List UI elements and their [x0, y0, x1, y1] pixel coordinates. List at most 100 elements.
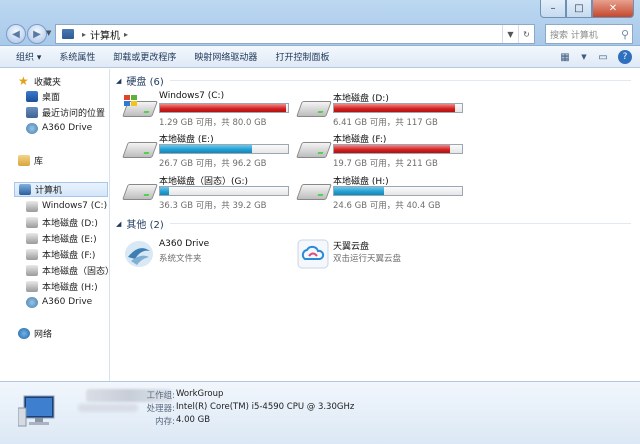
sidebar-item-desktop[interactable]: 桌面 [26, 89, 60, 103]
hard-drive-icon [26, 248, 38, 260]
open-control-panel-button[interactable]: 打开控制面板 [266, 46, 338, 67]
desktop-icon [26, 90, 38, 102]
drive-usage-fill [334, 145, 451, 153]
drive-usage-fill [334, 104, 455, 112]
breadcrumb-chevron-icon[interactable]: ▸ [124, 30, 128, 39]
drive-usage-fill [160, 104, 286, 112]
workgroup-row: 工作组: WorkGroup [146, 389, 224, 401]
recent-places-icon [26, 106, 38, 118]
drive-usage-fill [334, 187, 385, 195]
network-icon [18, 327, 30, 339]
close-button[interactable]: ✕ [592, 0, 634, 18]
recent-pages-dropdown[interactable]: ▼ [46, 29, 51, 37]
drive-usage-bar [159, 186, 289, 196]
drive-usage-fill [160, 187, 170, 195]
a360-drive-icon [125, 241, 153, 267]
map-network-drive-button[interactable]: 映射网络驱动器 [185, 46, 266, 67]
navigation-pane: ★ 收藏夹 桌面 最近访问的位置 A360 Drive 库 计算机 Window… [0, 69, 114, 381]
collapse-arrow-icon[interactable]: ◢ [116, 220, 121, 228]
drive-tile-f[interactable]: 本地磁盘 (F:) 19.7 GB 可用，共 211 GB [296, 132, 467, 169]
device-tile-a360[interactable]: A360 Drive 系统文件夹 [123, 239, 293, 273]
memory-row: 内存: 4.00 GB [155, 415, 211, 427]
search-input[interactable]: 搜索 计算机 [550, 28, 618, 41]
system-drive-icon [26, 200, 38, 212]
computer-icon [62, 29, 74, 39]
window-controls: – □ ✕ [540, 0, 634, 18]
sidebar-item-drive-g[interactable]: 本地磁盘（固态） [26, 263, 114, 277]
system-properties-button[interactable]: 系统属性 [50, 46, 104, 67]
group-header-hard-disks[interactable]: ◢ 硬盘 (6) [116, 73, 631, 88]
help-icon[interactable]: ? [618, 50, 632, 64]
device-name: A360 Drive [159, 239, 210, 249]
group-header-other[interactable]: ◢ 其他 (2) [116, 216, 631, 231]
device-tile-tianyi-cloud[interactable]: 天翼云盘 双击运行天翼云盘 [297, 239, 467, 273]
drive-tile-c[interactable]: Windows7 (C:) 1.29 GB 可用，共 80.0 GB [122, 91, 293, 128]
hard-drive-icon [26, 216, 38, 228]
drive-space-info: 19.7 GB 可用，共 211 GB [333, 159, 438, 169]
drive-space-info: 24.6 GB 可用，共 40.4 GB [333, 201, 441, 211]
address-bar[interactable]: ▸ 计算机 ▸ ▼ ↻ [55, 24, 535, 44]
sidebar-item-drive-h[interactable]: 本地磁盘 (H:) [26, 279, 98, 293]
title-bar: – □ ✕ ◀ ▶ ▼ ▸ 计算机 ▸ ▼ ↻ 搜索 计算机 ⚲ [0, 0, 640, 46]
hard-drive-icon [296, 180, 332, 204]
sidebar-item-drive-d[interactable]: 本地磁盘 (D:) [26, 215, 98, 229]
processor-row: 处理器: Intel(R) Core(TM) i5-4590 CPU @ 3.3… [146, 402, 355, 414]
view-dropdown-icon[interactable]: ▼ [580, 49, 588, 65]
device-description: 双击运行天翼云盘 [333, 254, 402, 264]
back-button[interactable]: ◀ [6, 24, 26, 44]
sidebar-item-a360-favorite[interactable]: A360 Drive [26, 121, 92, 135]
drive-space-info: 6.41 GB 可用，共 117 GB [333, 118, 438, 128]
sidebar-item-computer[interactable]: 计算机 [14, 182, 108, 197]
hard-drive-icon [296, 138, 332, 162]
system-drive-icon [122, 95, 158, 121]
drive-tile-e[interactable]: 本地磁盘 (E:) 26.7 GB 可用，共 96.2 GB [122, 132, 293, 169]
address-dropdown-icon[interactable]: ▼ [502, 25, 518, 43]
drive-tile-g[interactable]: 本地磁盘（固态）(G:) 36.3 GB 可用，共 39.2 GB [122, 174, 293, 211]
arrow-left-icon: ◀ [12, 28, 20, 40]
sidebar-item-recent[interactable]: 最近访问的位置 [26, 105, 105, 119]
hard-drive-icon [26, 264, 38, 276]
maximize-button[interactable]: □ [566, 0, 592, 18]
hard-drive-icon [26, 232, 38, 244]
hard-drive-icon [122, 138, 158, 162]
hard-drive-icon [296, 97, 332, 121]
drive-space-info: 26.7 GB 可用，共 96.2 GB [159, 159, 267, 169]
drive-space-info: 36.3 GB 可用，共 39.2 GB [159, 201, 267, 211]
drive-usage-bar [159, 144, 289, 154]
drive-usage-bar [333, 103, 463, 113]
drive-tile-h[interactable]: 本地磁盘 (H:) 24.6 GB 可用，共 40.4 GB [296, 174, 467, 211]
organize-button[interactable]: 组织 ▾ [0, 46, 50, 67]
search-icon[interactable]: ⚲ [618, 27, 632, 41]
uninstall-program-button[interactable]: 卸载或更改程序 [104, 46, 185, 67]
drive-usage-bar [333, 144, 463, 154]
search-box[interactable]: 搜索 计算机 ⚲ [545, 24, 633, 44]
sidebar-item-drive-c[interactable]: Windows7 (C:) [26, 199, 107, 213]
arrow-right-icon: ▶ [33, 28, 41, 40]
device-name: 天翼云盘 [333, 242, 370, 252]
sidebar-item-drive-e[interactable]: 本地磁盘 (E:) [26, 231, 97, 245]
star-icon: ★ [18, 73, 29, 88]
drive-usage-bar [333, 186, 463, 196]
breadcrumb-chevron-icon[interactable]: ▸ [82, 30, 86, 39]
content-pane: ◢ 硬盘 (6) Windows7 (C:) 1.29 GB 可用，共 80.0… [111, 69, 640, 381]
sidebar-item-libraries[interactable]: 库 [18, 153, 43, 167]
minimize-button[interactable]: – [540, 0, 566, 18]
drive-name: Windows7 (C:) [159, 91, 225, 101]
computer-icon [18, 395, 55, 427]
breadcrumb-computer[interactable]: 计算机 [90, 27, 120, 42]
sidebar-item-drive-f[interactable]: 本地磁盘 (F:) [26, 247, 95, 261]
hard-drive-icon [122, 180, 158, 204]
forward-button[interactable]: ▶ [27, 24, 47, 44]
a360-drive-icon [26, 122, 38, 134]
sidebar-item-network[interactable]: 网络 [18, 326, 52, 340]
sidebar-item-a360[interactable]: A360 Drive [26, 295, 92, 309]
refresh-icon[interactable]: ↻ [518, 25, 534, 43]
sidebar-item-favorites[interactable]: ★ 收藏夹 [18, 74, 61, 88]
a360-drive-icon [26, 296, 38, 308]
preview-pane-icon[interactable]: ▭ [594, 49, 612, 65]
change-view-icon[interactable]: ▦ [556, 49, 574, 65]
drive-tile-d[interactable]: 本地磁盘 (D:) 6.41 GB 可用，共 117 GB [296, 91, 467, 128]
collapse-arrow-icon[interactable]: ◢ [116, 77, 121, 85]
computer-icon [19, 184, 31, 195]
drive-usage-fill [160, 145, 253, 153]
